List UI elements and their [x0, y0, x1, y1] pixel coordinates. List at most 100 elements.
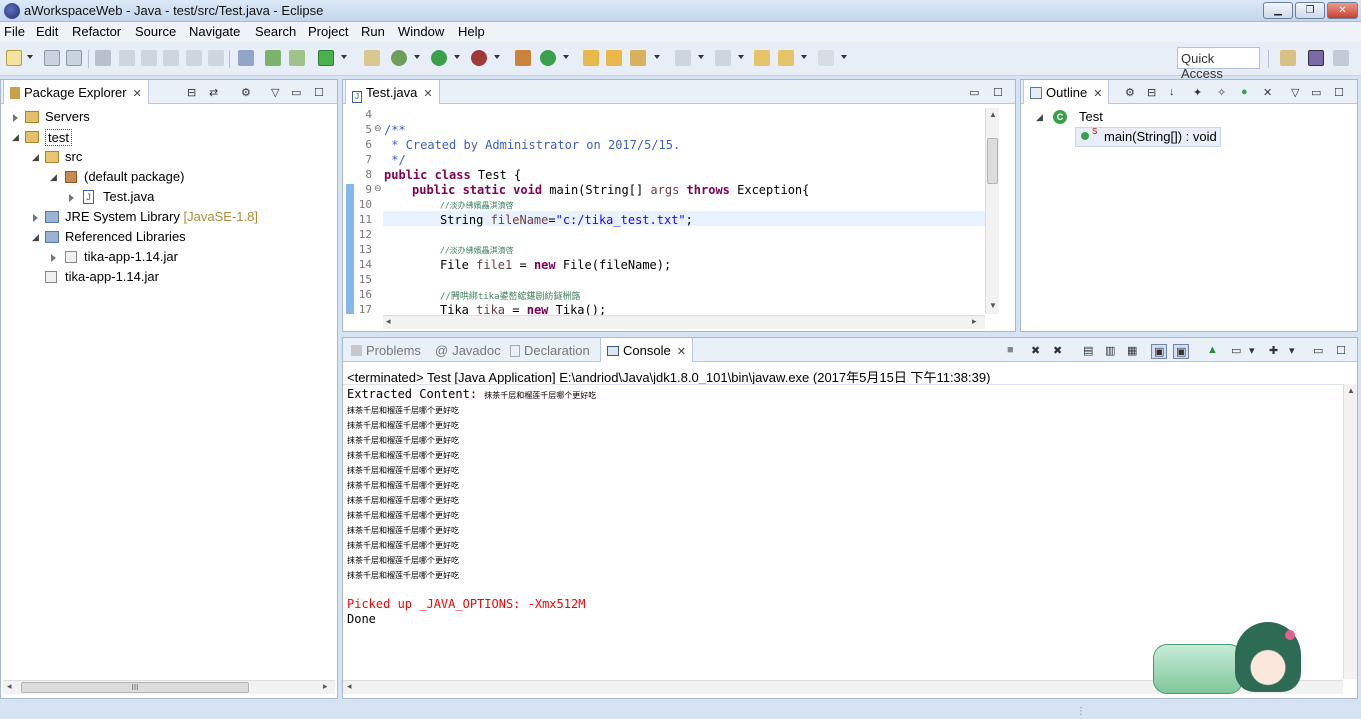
scroll-lock-icon[interactable]: ▥	[1105, 344, 1115, 357]
maximize-view-icon[interactable]: ☐	[1334, 86, 1344, 99]
menu-search[interactable]: Search	[255, 24, 296, 39]
new-class-icon[interactable]	[540, 50, 556, 66]
minimize-view-icon[interactable]: ▭	[969, 86, 979, 99]
tab-declaration[interactable]: Declaration	[504, 338, 596, 362]
java-perspective-icon[interactable]	[1308, 50, 1324, 66]
view-menu-icon[interactable]: ▽	[1291, 86, 1299, 99]
show-on-stdout-icon[interactable]: ▣	[1151, 344, 1168, 359]
collapse-icon[interactable]: ◢	[1036, 112, 1043, 123]
maximize-view-icon[interactable]: ☐	[314, 86, 324, 99]
editor-vertical-scrollbar[interactable]: ▲ ▼	[985, 108, 999, 314]
collapse-icon[interactable]: ◢	[32, 152, 39, 163]
fold-icon[interactable]: ⊖	[374, 123, 382, 134]
scroll-left-arrow-icon[interactable]: ◂	[347, 681, 352, 692]
remove-all-launches-icon[interactable]: ✖	[1053, 344, 1062, 357]
menu-navigate[interactable]: Navigate	[189, 24, 240, 39]
tab-problems[interactable]: Problems	[345, 338, 427, 362]
list-icon[interactable]	[186, 50, 202, 66]
close-tab-icon[interactable]: ✕	[677, 346, 686, 358]
collapse-all-icon[interactable]: ⊟	[187, 86, 196, 99]
quick-access-input[interactable]: Quick Access	[1177, 47, 1260, 81]
close-button[interactable]: ✕	[1327, 2, 1358, 19]
maximize-view-icon[interactable]: ☐	[993, 86, 1003, 99]
forward-arrow-icon[interactable]	[818, 50, 834, 66]
prev-annotation-dropdown-icon[interactable]	[738, 55, 744, 59]
hide-nonpublic-icon[interactable]: ●	[1241, 86, 1248, 98]
link-editor-icon[interactable]: ⇄	[209, 86, 218, 99]
terminate-icon[interactable]: ■	[1007, 344, 1014, 356]
new-class-dropdown-icon[interactable]	[563, 55, 569, 59]
checkbox-icon[interactable]	[318, 50, 334, 66]
refactor-icon[interactable]	[95, 50, 111, 66]
close-tab-icon[interactable]: ✕	[133, 88, 142, 100]
menu-window[interactable]: Window	[398, 24, 444, 39]
back-arrow-icon[interactable]	[778, 50, 794, 66]
scroll-left-arrow-icon[interactable]: ◂	[7, 681, 12, 692]
remove-launch-icon[interactable]: ✖	[1031, 344, 1040, 357]
pen-icon[interactable]	[119, 50, 135, 66]
expand-icon[interactable]	[33, 214, 38, 222]
mascot-widget[interactable]	[1153, 622, 1323, 700]
collapse-icon[interactable]: ◢	[32, 232, 39, 243]
menu-file[interactable]: File	[4, 24, 25, 39]
explorer-horizontal-scrollbar[interactable]: ◂ III ▸	[3, 680, 335, 694]
scroll-right-arrow-icon[interactable]: ▸	[323, 681, 328, 692]
minimize-button[interactable]: ▁	[1263, 2, 1293, 19]
display-console-icon[interactable]: ▭	[1231, 344, 1241, 357]
open-console-dropdown-icon[interactable]: ▾	[1289, 344, 1295, 357]
scroll-down-arrow-icon[interactable]: ▼	[989, 301, 997, 310]
save-all-icon[interactable]	[66, 50, 82, 66]
external-dropdown-icon[interactable]	[494, 55, 500, 59]
last-edit-icon[interactable]	[754, 50, 770, 66]
menu-edit[interactable]: Edit	[36, 24, 58, 39]
menu-project[interactable]: Project	[308, 24, 348, 39]
filter-icon[interactable]: ⚙	[241, 86, 251, 99]
search-dropdown-icon[interactable]	[654, 55, 660, 59]
menu-help[interactable]: Help	[458, 24, 485, 39]
tab-package-explorer[interactable]: Package Explorer ✕	[3, 80, 149, 104]
save-icon[interactable]	[44, 50, 60, 66]
minimize-view-icon[interactable]: ▭	[1313, 344, 1323, 357]
search-icon[interactable]	[630, 50, 646, 66]
hide-fields-icon[interactable]: ✦	[1193, 86, 1202, 99]
hide-static-icon[interactable]: ✧	[1217, 86, 1226, 99]
tab-console[interactable]: Console ✕	[600, 338, 693, 362]
sort-icon[interactable]: ⚙	[1125, 86, 1135, 99]
debug-icon[interactable]	[391, 50, 407, 66]
open-perspective-icon[interactable]	[1280, 50, 1296, 66]
hide-local-types-icon[interactable]: ✕	[1263, 86, 1272, 99]
tab-test-java[interactable]: J Test.java ✕	[345, 80, 440, 104]
menu-refactor[interactable]: Refactor	[72, 24, 121, 39]
paragraph-icon[interactable]	[208, 50, 224, 66]
server-icon[interactable]	[289, 50, 305, 66]
display-console-dropdown-icon[interactable]: ▾	[1249, 344, 1255, 357]
scroll-thumb[interactable]	[987, 138, 998, 184]
open-folder-icon[interactable]	[583, 50, 599, 66]
editor-horizontal-scrollbar[interactable]: ◂ ▸	[383, 315, 985, 329]
debug-perspective-icon[interactable]	[1333, 50, 1349, 66]
outline-item-main-method[interactable]: S main(String[]) : void	[1075, 127, 1221, 147]
close-tab-icon[interactable]: ✕	[1093, 88, 1102, 100]
new-java-project-icon[interactable]	[515, 50, 531, 66]
pin-console-icon[interactable]: ▲	[1207, 344, 1218, 356]
new-dropdown-icon[interactable]	[27, 55, 33, 59]
scroll-right-arrow-icon[interactable]: ▸	[972, 316, 977, 327]
minimize-view-icon[interactable]: ▭	[1311, 86, 1321, 99]
console-vertical-scrollbar[interactable]: ▲	[1343, 384, 1357, 679]
debug-dropdown-icon[interactable]	[414, 55, 420, 59]
collapse-all-icon[interactable]: ⊟	[1147, 86, 1156, 99]
expand-icon[interactable]	[69, 194, 74, 202]
close-tab-icon[interactable]: ✕	[423, 88, 432, 100]
tab-javadoc[interactable]: @ Javadoc	[429, 338, 507, 362]
scroll-up-arrow-icon[interactable]: ▲	[1347, 386, 1355, 395]
breakpoint-icon[interactable]	[238, 50, 254, 66]
next-annotation-dropdown-icon[interactable]	[698, 55, 704, 59]
clear-console-icon[interactable]: ▤	[1083, 344, 1093, 357]
block-icon[interactable]	[163, 50, 179, 66]
checkbox-dropdown-icon[interactable]	[341, 55, 347, 59]
collapse-icon[interactable]: ◢	[50, 172, 57, 183]
word-wrap-icon[interactable]: ▦	[1127, 344, 1137, 357]
scroll-thumb[interactable]: III	[21, 682, 249, 693]
prev-annotation-icon[interactable]	[715, 50, 731, 66]
format-icon[interactable]	[141, 50, 157, 66]
